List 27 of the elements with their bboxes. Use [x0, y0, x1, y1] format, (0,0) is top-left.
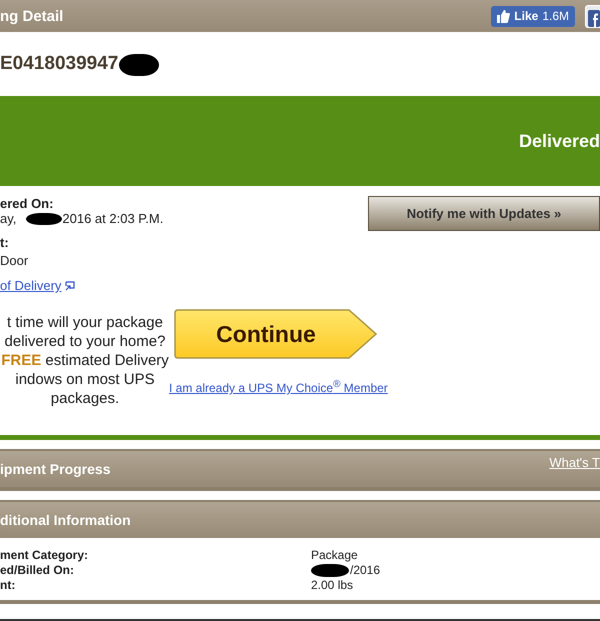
- delivered-on-label: ered On:: [0, 196, 54, 211]
- redaction-mark: [119, 54, 160, 76]
- info-value: /2016: [311, 563, 380, 577]
- panel-title: ipment Progress: [0, 461, 110, 477]
- info-value: 2.00 lbs: [311, 578, 354, 592]
- facebook-icon[interactable]: [585, 4, 600, 28]
- status-text: Delivered: [518, 130, 600, 152]
- like-button[interactable]: Like 1.6M: [491, 6, 575, 26]
- delivery-day: ay,: [0, 211, 16, 226]
- member-link[interactable]: I am already a UPS My Choice$^{®}$ Member: [169, 379, 388, 395]
- info-label: nt:: [0, 578, 16, 592]
- continue-button[interactable]: Continue: [174, 309, 378, 359]
- info-value: Package: [311, 548, 358, 562]
- left-at-label: t:: [0, 235, 10, 250]
- page-title: ng Detail: [0, 8, 64, 24]
- promo-text: t time will your package delivered to your home? FREE estimated Delivery indows on most UPS packages.: [0, 313, 170, 408]
- popup-icon[interactable]: [65, 280, 76, 290]
- redaction-mark: [26, 212, 62, 224]
- info-label: ment Category:: [0, 548, 90, 562]
- notify-button[interactable]: Notify me with Updates »: [368, 196, 600, 231]
- left-at-value: Door: [0, 253, 30, 268]
- info-label: ed/Billed On:: [0, 563, 76, 577]
- panel-title: ditional Information: [0, 512, 131, 528]
- thumbs-up-icon: [497, 10, 510, 22]
- delivery-time: 2016 at 2:03 P.M.: [62, 211, 164, 226]
- tracking-number: E0418039947: [0, 53, 118, 75]
- proof-of-delivery-link[interactable]: of Delivery: [0, 278, 62, 293]
